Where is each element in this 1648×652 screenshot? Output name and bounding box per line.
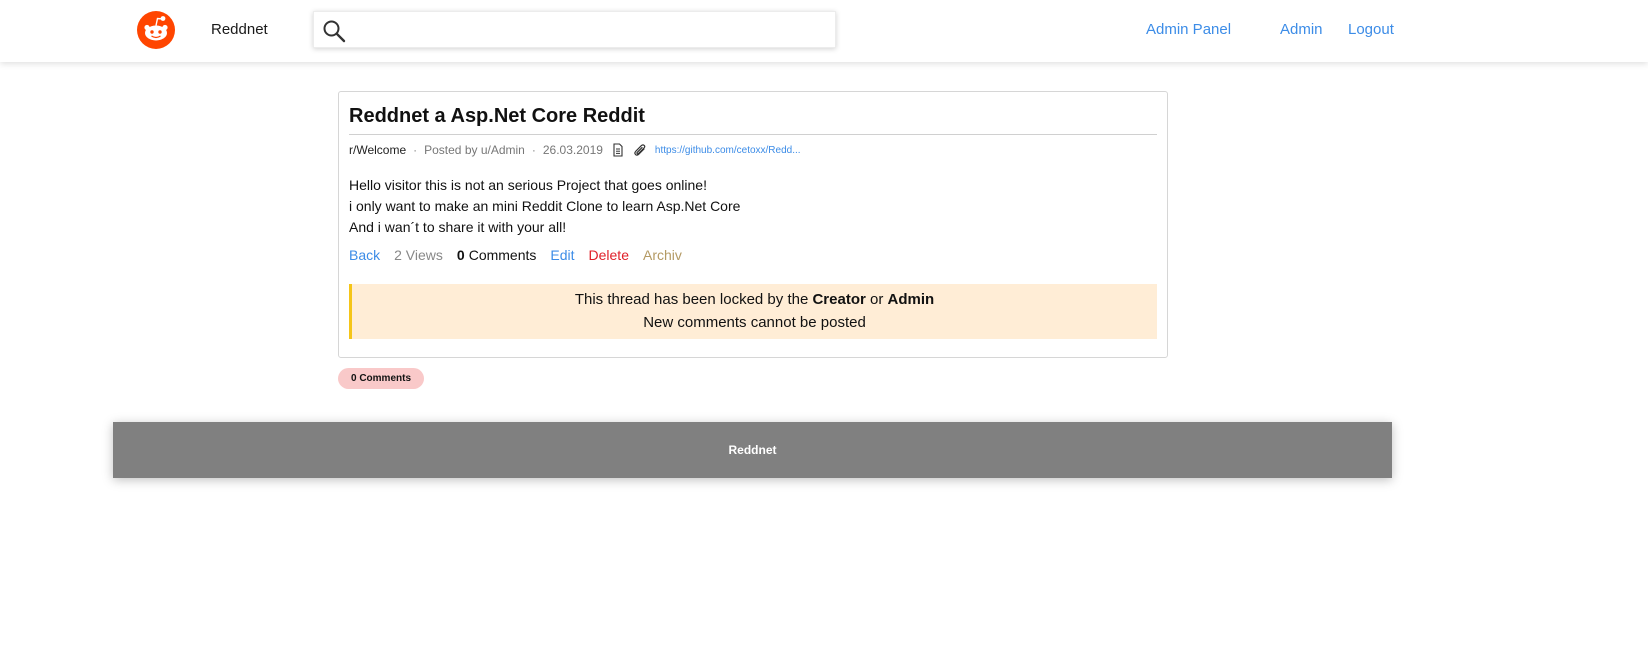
comments-badge: 0 Comments (338, 368, 424, 389)
posted-by: Posted by u/Admin (424, 143, 525, 157)
body-line: i only want to make an mini Reddit Clone… (349, 198, 741, 214)
admin-panel-link[interactable]: Admin Panel (1146, 21, 1231, 38)
comments-label: Comments (468, 247, 537, 263)
top-navbar: Reddnet Admin Panel Admin Logout (0, 0, 1648, 62)
search-icon[interactable] (322, 19, 346, 43)
lock-notice-admin: Admin (887, 291, 935, 308)
meta-separator: · (413, 143, 418, 157)
views-count: 2 Views (394, 247, 443, 263)
lock-notice-line2: New comments cannot be posted (643, 314, 866, 331)
post-date: 26.03.2019 (542, 143, 603, 157)
brand-link[interactable]: Reddnet (211, 21, 268, 38)
post-meta: r/Welcome · Posted by u/Admin · 26.03.20… (349, 143, 801, 157)
search-box[interactable] (313, 11, 836, 48)
title-divider (349, 134, 1157, 135)
comments-number: 0 (456, 247, 465, 263)
document-icon (613, 143, 623, 157)
lock-notice-creator: Creator (812, 291, 866, 308)
search-input[interactable] (354, 16, 824, 44)
delete-link[interactable]: Delete (589, 247, 629, 263)
body-line: Hello visitor this is not an serious Pro… (349, 177, 707, 193)
logout-link[interactable]: Logout (1348, 21, 1394, 38)
lock-notice-line1: This thread has been locked by the Creat… (352, 291, 1157, 308)
admin-user-link[interactable]: Admin (1280, 21, 1323, 38)
post-card: Reddnet a Asp.Net Core Reddit r/Welcome … (338, 91, 1168, 358)
back-link[interactable]: Back (349, 247, 380, 263)
lock-notice-or: or (870, 291, 884, 308)
edit-link[interactable]: Edit (550, 247, 574, 263)
post-body: Hello visitor this is not an serious Pro… (349, 175, 740, 238)
subreddit-link[interactable]: r/Welcome (349, 143, 406, 157)
external-link[interactable]: https://github.com/cetoxx/Redd... (655, 145, 801, 156)
post-actions: Back 2 Views 0 Comments Edit Delete Archi… (349, 247, 696, 263)
footer: Reddnet (113, 422, 1392, 478)
archive-link[interactable]: Archiv (643, 247, 682, 263)
footer-text: Reddnet (728, 443, 777, 457)
post-title: Reddnet a Asp.Net Core Reddit (349, 105, 645, 127)
body-line: And i wan´t to share it with your all! (349, 219, 567, 235)
reddit-alien-icon[interactable] (137, 11, 175, 49)
meta-separator: · (531, 143, 536, 157)
thread-locked-notice: This thread has been locked by the Creat… (349, 284, 1157, 339)
paperclip-icon (634, 144, 646, 156)
comments-count: 0 Comments (457, 247, 536, 263)
lock-notice-text: This thread has been locked by the (574, 291, 809, 308)
